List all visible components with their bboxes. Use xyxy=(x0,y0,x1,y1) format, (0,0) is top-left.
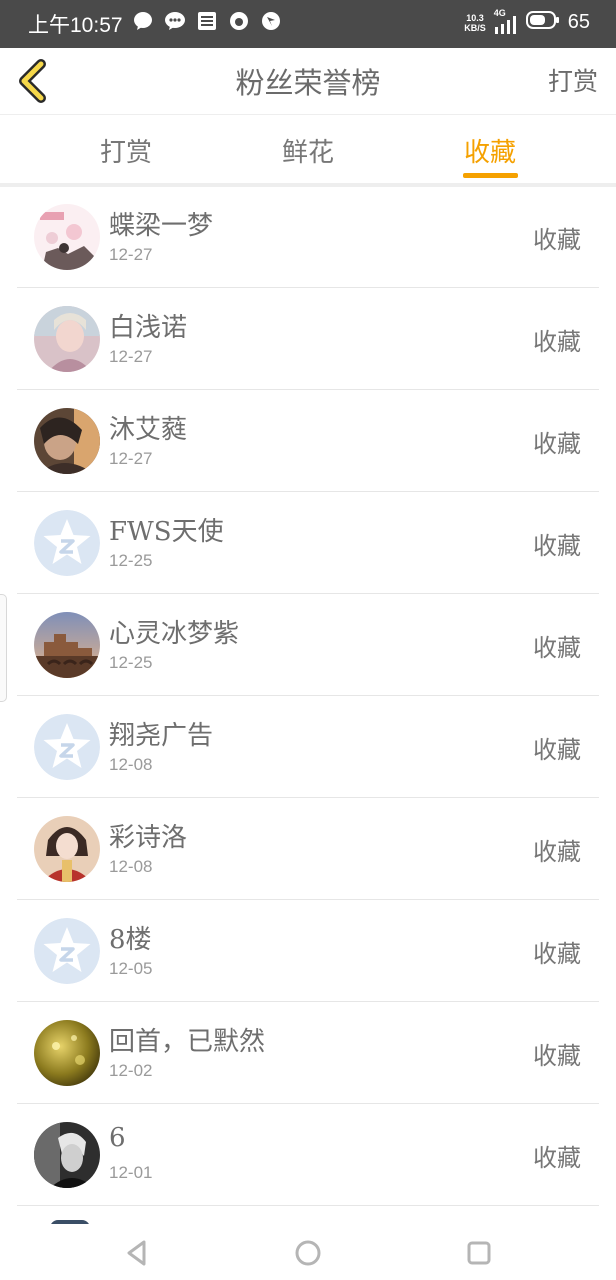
status-right: 10.3 KB/S 4G 65 xyxy=(464,8,590,35)
fan-name: 翔尧广告 xyxy=(109,721,214,751)
avatar xyxy=(34,1020,100,1086)
fan-action: 收藏 xyxy=(533,328,581,356)
list-item[interactable]: 回首，已默然 12-02 收藏 xyxy=(17,1002,599,1104)
chevron-left-icon xyxy=(19,59,46,103)
fan-date: 12-02 xyxy=(109,1061,153,1080)
fan-date: 12-27 xyxy=(109,245,153,264)
default-avatar-icon xyxy=(34,510,100,576)
fan-date: 12-25 xyxy=(109,653,153,672)
header-bar: 粉丝荣誉榜 打赏 xyxy=(0,48,616,115)
fan-date: 12-27 xyxy=(109,347,153,366)
list-item[interactable]: 翔尧广告 12-08 收藏 xyxy=(17,696,599,798)
nav-recents-button[interactable] xyxy=(463,1237,495,1269)
square-recents-icon xyxy=(467,1241,491,1265)
fan-action: 收藏 xyxy=(533,430,581,458)
tab-flowers[interactable]: 鲜花 xyxy=(282,132,334,169)
shield-icon xyxy=(260,10,282,32)
list-icon xyxy=(196,10,218,32)
fan-action: 收藏 xyxy=(533,736,581,764)
list-item[interactable]: 白浅诺 12-27 收藏 xyxy=(17,288,599,390)
active-tab-indicator xyxy=(463,173,518,178)
page-title: 粉丝荣誉榜 xyxy=(235,66,381,100)
fan-action: 收藏 xyxy=(533,1144,581,1172)
fan-action: 收藏 xyxy=(533,532,581,560)
fan-date: 12-08 xyxy=(109,857,153,876)
notification-icons xyxy=(132,10,282,32)
list-item[interactable]: 蝶梁一梦 12-27 收藏 xyxy=(17,186,599,288)
avatar xyxy=(34,204,100,270)
fan-action: 收藏 xyxy=(533,838,581,866)
fan-action: 收藏 xyxy=(533,940,581,968)
fan-name: 沐艾蕤 xyxy=(109,415,188,445)
net-speed: 10.3 KB/S xyxy=(464,12,486,33)
list-item[interactable]: 心灵冰梦紫 12-25 收藏 xyxy=(17,594,599,696)
fan-date: 12-08 xyxy=(109,755,153,774)
fan-date: 12-27 xyxy=(109,449,153,468)
fan-name: 回首，已默然 xyxy=(109,1027,266,1057)
default-avatar-icon xyxy=(34,918,100,984)
tab-reward[interactable]: 打赏 xyxy=(100,132,152,169)
list-item[interactable]: 6 12-01 收藏 xyxy=(17,1104,599,1206)
fan-action: 收藏 xyxy=(533,634,581,662)
fan-name: 8楼 xyxy=(109,925,152,955)
avatar xyxy=(34,306,100,372)
fan-name: 心灵冰梦紫 xyxy=(109,619,240,649)
nav-home-button[interactable] xyxy=(292,1237,324,1269)
battery-icon xyxy=(525,10,560,35)
fan-list: 蝶梁一梦 12-27 收藏 白浅诺 12-27 收藏 沐艾蕤 12-27 收藏 … xyxy=(17,186,599,1206)
fan-date: 12-01 xyxy=(109,1163,153,1182)
avatar xyxy=(34,612,100,678)
edge-drag-handle[interactable] xyxy=(0,594,7,702)
tab-favorites[interactable]: 收藏 xyxy=(464,132,516,169)
fan-name: 蝶梁一梦 xyxy=(109,211,214,241)
fan-name: 白浅诺 xyxy=(109,313,188,343)
fan-name: 6 xyxy=(109,1123,126,1153)
fan-action: 收藏 xyxy=(533,1042,581,1070)
fan-action: 收藏 xyxy=(533,226,581,254)
fan-date: 12-25 xyxy=(109,551,153,570)
triangle-back-icon xyxy=(127,1240,146,1266)
list-item[interactable]: 8楼 12-05 收藏 xyxy=(17,900,599,1002)
circle-home-icon xyxy=(295,1240,321,1266)
system-nav-bar xyxy=(0,1224,616,1280)
tab-bar: 打赏 鲜花 收藏 xyxy=(0,115,616,187)
battery-level: 65 xyxy=(567,11,590,33)
list-item[interactable]: 沐艾蕤 12-27 收藏 xyxy=(17,390,599,492)
signal-icon: 4G xyxy=(494,8,518,34)
status-time: 上午10:57 xyxy=(28,14,123,37)
default-avatar-icon xyxy=(34,714,100,780)
app-icon xyxy=(228,10,250,32)
fan-date: 12-05 xyxy=(109,959,153,978)
status-bar: 上午10:57 10.3 KB/S 4G 65 xyxy=(0,0,616,48)
avatar xyxy=(34,1122,100,1188)
chat-bubble-icon xyxy=(132,10,154,32)
avatar xyxy=(34,816,100,882)
reward-button[interactable]: 打赏 xyxy=(548,62,598,98)
list-item[interactable]: 彩诗洛 12-08 收藏 xyxy=(17,798,599,900)
fan-name: 彩诗洛 xyxy=(109,823,188,853)
nav-back-button[interactable] xyxy=(122,1237,154,1269)
message-icon xyxy=(164,10,186,32)
back-button[interactable] xyxy=(14,56,58,106)
list-item[interactable]: FWS天使 12-25 收藏 xyxy=(17,492,599,594)
fan-name: FWS天使 xyxy=(109,517,224,547)
avatar xyxy=(34,408,100,474)
